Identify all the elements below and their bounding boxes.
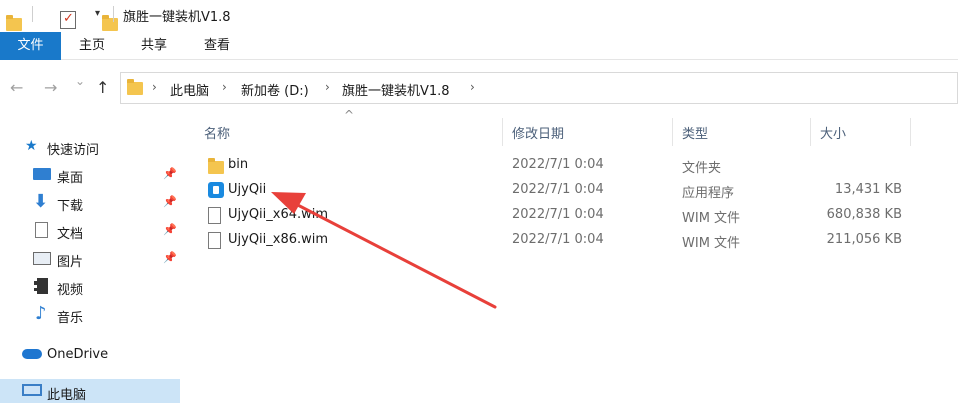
file-type: WIM 文件	[682, 211, 741, 226]
sidebar-item-videos[interactable]: 视频	[0, 274, 180, 300]
desktop-icon	[33, 168, 51, 180]
ribbon-tabs: 文件 主页 共享 查看	[0, 32, 958, 60]
tab-view[interactable]: 查看	[189, 32, 245, 60]
tab-share[interactable]: 共享	[126, 32, 182, 60]
file-name: bin	[228, 157, 249, 172]
pin-icon: 📌	[163, 223, 177, 236]
column-header-date[interactable]: 修改日期	[502, 118, 672, 152]
file-row-ujyqii[interactable]: UjyQii 2022/7/1 0:04 应用程序 13,431 KB	[190, 178, 910, 203]
file-type: 应用程序	[682, 186, 735, 201]
back-button[interactable]: ←	[10, 78, 23, 97]
divider	[113, 6, 114, 22]
file-date: 2022/7/1 0:04	[512, 157, 604, 172]
music-icon: ♪	[35, 303, 47, 324]
file-type: WIM 文件	[682, 236, 741, 251]
sidebar-item-label: 桌面	[57, 171, 84, 186]
window-title: 旗胜一键装机V1.8	[123, 10, 231, 25]
star-icon: ★	[25, 138, 38, 154]
column-header-size[interactable]: 大小	[810, 118, 910, 152]
sidebar-item-desktop[interactable]: 桌面 📌	[0, 162, 180, 188]
column-label: 大小	[820, 127, 847, 142]
pin-icon: 📌	[163, 251, 177, 264]
file-size: 211,056 KB	[826, 232, 902, 247]
sidebar-item-quick-access[interactable]: ★ 快速访问	[0, 134, 180, 160]
breadcrumb-separator[interactable]: ›	[222, 80, 227, 94]
video-icon	[34, 278, 48, 294]
document-icon	[35, 222, 48, 238]
pin-icon: 📌	[163, 195, 177, 208]
file-list: ^ 名称 修改日期 类型 大小 bin 2022/7/1 0:04 文件夹 Uj…	[190, 108, 958, 403]
title-bar: ▾ 旗胜一键装机V1.8	[0, 0, 958, 31]
file-icon	[208, 207, 221, 224]
column-header-name[interactable]: 名称	[194, 118, 502, 152]
file-icon	[208, 232, 221, 249]
pictures-icon	[33, 252, 51, 265]
sidebar-item-documents[interactable]: 文档 📌	[0, 218, 180, 244]
sidebar-item-music[interactable]: ♪ 音乐	[0, 302, 180, 328]
file-row-ujyqii-x64[interactable]: UjyQii_x64.wim 2022/7/1 0:04 WIM 文件 680,…	[190, 203, 910, 228]
sidebar-item-label: 视频	[57, 283, 84, 298]
recent-locations-button[interactable]: ⌄	[75, 74, 85, 88]
breadcrumb-current-folder[interactable]: 旗胜一键装机V1.8	[342, 80, 450, 99]
computer-icon	[22, 384, 42, 396]
download-icon: ⬇	[33, 191, 49, 212]
file-row-ujyqii-x86[interactable]: UjyQii_x86.wim 2022/7/1 0:04 WIM 文件 211,…	[190, 228, 910, 253]
customize-toolbar-icon[interactable]: ▾	[95, 8, 100, 19]
forward-button[interactable]: →	[44, 78, 57, 97]
file-name: UjyQii	[228, 182, 267, 197]
file-name: UjyQii_x86.wim	[228, 232, 329, 247]
pin-icon: 📌	[163, 167, 177, 180]
sidebar-item-label: 图片	[57, 255, 84, 270]
column-label: 类型	[682, 127, 709, 142]
file-row-bin[interactable]: bin 2022/7/1 0:04 文件夹	[190, 153, 910, 178]
file-date: 2022/7/1 0:04	[512, 232, 604, 247]
cloud-icon	[22, 349, 42, 359]
navigation-pane: ★ 快速访问 桌面 📌 ⬇ 下载 📌 文档 📌 图片 📌 视频 ♪ 音乐 One…	[0, 130, 180, 403]
column-label: 名称	[204, 127, 231, 142]
column-label: 修改日期	[512, 127, 565, 142]
divider	[32, 6, 33, 22]
file-size: 680,838 KB	[826, 207, 902, 222]
navigation-bar: ← → ⌄ ↑ › 此电脑 › 新加卷 (D:) › 旗胜一键装机V1.8 ›	[0, 68, 958, 108]
sidebar-item-label: 文档	[57, 227, 84, 242]
folder-icon	[127, 79, 143, 95]
folder-icon	[208, 158, 224, 174]
sidebar-item-label: OneDrive	[47, 347, 109, 362]
sidebar-item-label: 快速访问	[47, 143, 100, 158]
file-size: 13,431 KB	[834, 182, 902, 197]
column-divider[interactable]	[910, 118, 911, 146]
sidebar-item-downloads[interactable]: ⬇ 下载 📌	[0, 190, 180, 216]
file-type: 文件夹	[682, 161, 722, 176]
tab-file[interactable]: 文件	[0, 32, 61, 60]
address-bar[interactable]: › 此电脑 › 新加卷 (D:) › 旗胜一键装机V1.8 ›	[120, 72, 958, 104]
file-date: 2022/7/1 0:04	[512, 207, 604, 222]
new-folder-icon[interactable]	[102, 14, 118, 31]
sidebar-item-onedrive[interactable]: OneDrive	[0, 342, 180, 368]
app-icon	[208, 182, 224, 198]
tab-home[interactable]: 主页	[64, 32, 120, 60]
breadcrumb-drive-d[interactable]: 新加卷 (D:)	[241, 80, 309, 99]
breadcrumb-separator[interactable]: ›	[470, 80, 475, 94]
breadcrumb-separator[interactable]: ›	[325, 80, 330, 94]
sidebar-item-pictures[interactable]: 图片 📌	[0, 246, 180, 272]
sidebar-item-label: 此电脑	[47, 388, 87, 403]
sidebar-item-this-pc[interactable]: 此电脑	[0, 379, 180, 403]
file-date: 2022/7/1 0:04	[512, 182, 604, 197]
file-name: UjyQii_x64.wim	[228, 207, 329, 222]
breadcrumb-this-pc[interactable]: 此电脑	[170, 80, 209, 99]
properties-icon[interactable]	[60, 11, 76, 29]
folder-icon	[6, 14, 22, 31]
sidebar-item-label: 下载	[57, 199, 84, 214]
column-header-type[interactable]: 类型	[672, 118, 810, 152]
breadcrumb-separator[interactable]: ›	[152, 80, 157, 94]
up-button[interactable]: ↑	[96, 78, 109, 97]
sidebar-item-label: 音乐	[57, 311, 84, 326]
